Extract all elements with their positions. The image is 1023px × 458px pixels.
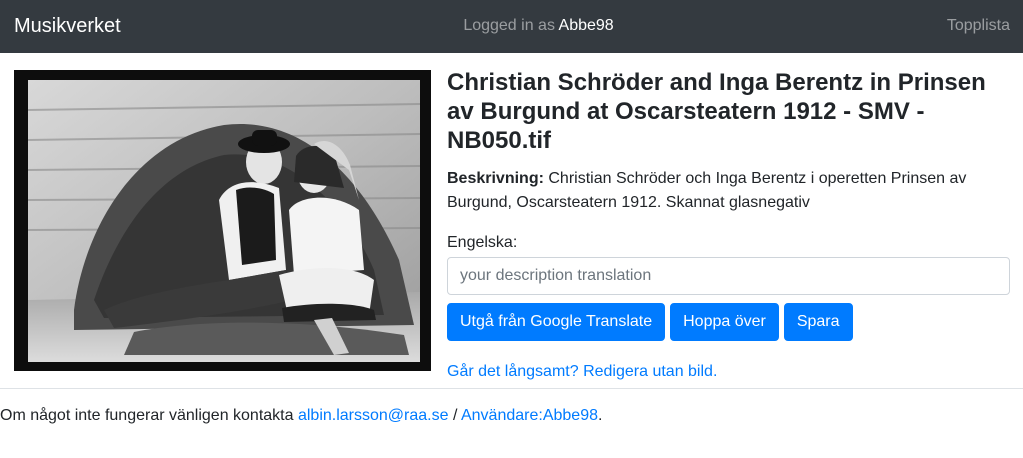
user-page-link[interactable]: Användare:Abbe98 [461,407,598,424]
description-label: Beskrivning: [447,170,544,187]
footer-separator: / [452,407,458,424]
footer-end: . [597,407,603,424]
footer: Om något inte fungerar vänligen kontakta… [0,407,602,425]
photo-image [14,70,431,371]
action-buttons: Utgå från Google Translate Hoppa över Sp… [447,303,1010,341]
edit-without-image-link[interactable]: Går det långsamt? Redigera utan bild. [447,363,717,381]
translation-input[interactable] [447,257,1010,295]
description: Beskrivning: Christian Schröder och Inga… [447,167,1010,215]
contact-email-link[interactable]: albin.larsson@raa.se [298,407,449,424]
top-navbar: Musikverket Logged in as Abbe98 Topplist… [0,0,1023,53]
google-translate-button[interactable]: Utgå från Google Translate [447,303,666,341]
toplist-link[interactable]: Topplista [947,17,1010,35]
logged-in-prefix: Logged in as [463,17,555,34]
save-button[interactable]: Spara [783,303,853,341]
page-title: Christian Schröder and Inga Berentz in P… [447,69,986,154]
footer-text: Om något inte fungerar vänligen kontakta [0,407,294,424]
main-content: Christian Schröder and Inga Berentz in P… [447,68,1010,341]
logged-in-username: Abbe98 [558,17,614,34]
archive-photo [14,70,431,371]
footer-divider [0,388,1023,389]
logged-in-status: Logged in as Abbe98 [0,17,1023,35]
english-label: Engelska: [447,234,518,251]
skip-button[interactable]: Hoppa över [670,303,779,341]
